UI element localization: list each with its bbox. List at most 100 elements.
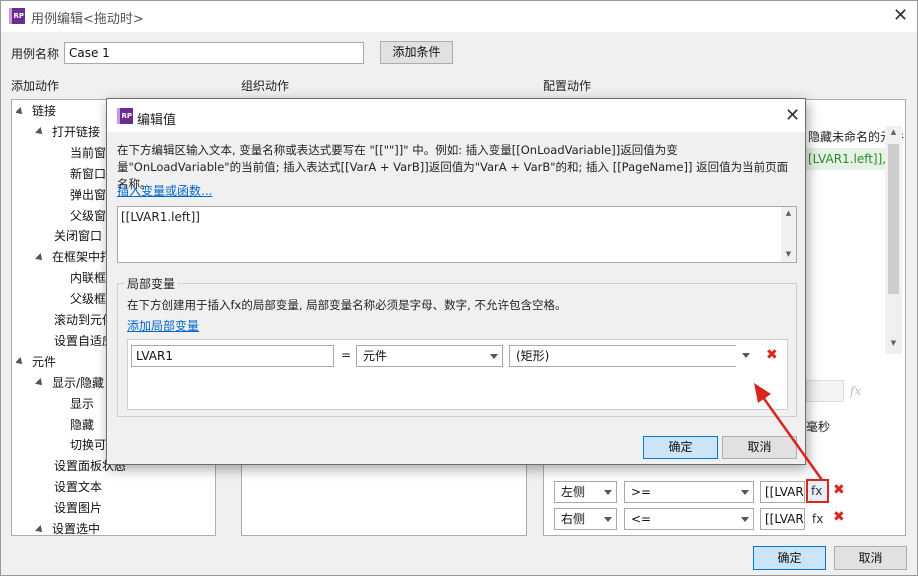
value-editor-text[interactable]: [[LVAR1.left]] [121, 210, 200, 224]
add-local-variable-link[interactable]: 添加局部变量 [127, 317, 199, 334]
organize-action-heading: 组织动作 [241, 79, 290, 93]
dialog-ok-button[interactable]: 确定 [643, 436, 718, 459]
insert-variable-link[interactable]: 插入变量或函数... [117, 182, 212, 199]
expression-preview: [LVAR1.left]], rig [806, 148, 886, 170]
tree-item[interactable]: 打开链接 [35, 122, 101, 143]
expression-preview-text: [LVAR1.left]], rig [808, 152, 886, 166]
dialog-instructions: 在下方编辑区输入文本, 变量名称或表达式要写在 "[[""]]" 中。例如: 插… [117, 143, 789, 191]
left-operator-value: >= [631, 485, 652, 499]
tree-item-label: 链接 [32, 104, 57, 118]
scroll-down-icon[interactable]: ▼ [885, 339, 902, 347]
editor-scrollbar[interactable]: ▲ ▼ [781, 207, 796, 262]
local-variable-name-input[interactable]: LVAR1 [131, 345, 334, 367]
expand-triangle-icon[interactable] [35, 252, 45, 263]
add-action-heading: 添加动作 [11, 79, 60, 93]
tree-item-label: 设置文本 [54, 480, 103, 495]
tree-item-label: 元件 [32, 354, 57, 369]
right-operator-value: <= [631, 512, 652, 526]
delete-right-icon[interactable]: ✖ [833, 509, 845, 525]
tree-item[interactable]: 隐藏 [70, 415, 94, 436]
right-value-input[interactable]: [[LVAR1. [760, 508, 805, 530]
expand-triangle-icon[interactable] [16, 106, 25, 117]
expand-triangle-icon[interactable] [16, 357, 25, 368]
tree-item[interactable]: 关闭窗口 [54, 226, 102, 247]
tree-item[interactable]: 设置选中 [35, 519, 101, 535]
fx-button-icon-2[interactable]: fx [812, 512, 823, 526]
left-operator-select[interactable]: >= [624, 481, 754, 503]
footer-ok-button[interactable]: 确定 [753, 546, 826, 570]
delete-local-variable-icon[interactable]: ✖ [766, 347, 778, 363]
chevron-down-icon[interactable] [742, 353, 750, 358]
expand-triangle-icon[interactable] [35, 378, 45, 389]
right-operator-select[interactable]: <= [624, 508, 754, 530]
fx-icon[interactable]: fx [850, 384, 861, 398]
dialog-close-icon[interactable]: ✕ [785, 107, 800, 125]
local-variable-kind-value: 元件 [363, 349, 388, 363]
left-side-select[interactable]: 左侧 [554, 481, 617, 503]
tree-item-label: 关闭窗口 [54, 229, 103, 244]
local-variable-kind-select[interactable]: 元件 [356, 345, 503, 367]
scroll-thumb[interactable] [888, 144, 899, 294]
tree-item[interactable]: 显示/隐藏 [35, 373, 105, 394]
tree-item[interactable]: 链接 [16, 101, 56, 122]
expand-triangle-icon[interactable] [35, 127, 45, 138]
tree-item[interactable]: 滚动到元件 [54, 310, 114, 331]
annotation-arrow-head [754, 383, 771, 403]
tree-item[interactable]: 内联框 [70, 268, 106, 289]
tree-item-label: 打开链接 [52, 124, 101, 139]
local-variables-title: 局部变量 [124, 275, 179, 292]
editor-scroll-up-icon[interactable]: ▲ [781, 209, 796, 217]
config-scrollbar[interactable]: ▲ ▼ [885, 126, 902, 354]
case-name-label: 用例名称 [11, 47, 60, 61]
tree-item-label: 父级框 [70, 292, 107, 307]
local-variables-description: 在下方创建用于插入fx的局部变量, 局部变量名称必须是字母、数字, 不允许包含空… [127, 298, 567, 312]
tree-item-label: 弹出窗 [70, 187, 107, 202]
tree-item[interactable]: 设置图片 [54, 498, 102, 519]
target-dropdown[interactable] [736, 345, 756, 367]
tree-item-label: 隐藏 [70, 417, 95, 432]
add-condition-button[interactable]: 添加条件 [380, 41, 453, 64]
annotation-arrow-line [758, 392, 824, 481]
tree-item-label: 滚动到元件 [54, 313, 115, 327]
tree-item[interactable]: 当前窗 [70, 143, 106, 164]
tree-item-label: 设置自适应 [54, 333, 115, 348]
app-logo-icon: RP [9, 8, 25, 24]
dialog-logo-icon: RP [117, 108, 133, 124]
tree-item-label: 切换可 [70, 438, 107, 453]
tree-item-label: 新窗口 [70, 166, 107, 181]
editor-scroll-down-icon[interactable]: ▼ [781, 250, 796, 258]
expand-triangle-icon[interactable] [35, 524, 45, 535]
tree-item[interactable]: 元件 [16, 352, 56, 373]
dialog-title: 编辑值 [137, 113, 177, 128]
local-variable-target-select[interactable]: (矩形) [509, 345, 736, 367]
local-variable-target-value: (矩形) [516, 349, 550, 363]
fx-button-icon[interactable]: fx [811, 484, 822, 498]
value-editor[interactable]: [[LVAR1.left]] ▲ ▼ [117, 206, 797, 263]
tree-item[interactable]: 设置文本 [54, 477, 102, 498]
scroll-up-icon[interactable]: ▲ [885, 128, 902, 136]
tree-item-label: 父级窗 [70, 208, 107, 223]
tree-item[interactable]: 在框架中打 [35, 247, 112, 268]
delete-left-icon[interactable]: ✖ [833, 482, 845, 498]
dialog-titlebar [107, 99, 805, 132]
right-side-select[interactable]: 右侧 [554, 508, 617, 530]
tree-item-label: 当前窗 [70, 145, 107, 160]
config-action-heading: 配置动作 [543, 79, 592, 93]
tree-item-label: 显示/隐藏 [52, 375, 105, 390]
annotation-arrow [754, 383, 824, 481]
footer-cancel-button[interactable]: 取消 [834, 546, 907, 570]
window-close-icon[interactable]: ✕ [893, 7, 908, 25]
tree-item[interactable]: 切换可 [70, 435, 106, 456]
left-side-value: 左侧 [561, 485, 586, 499]
tree-item-label: 设置选中 [52, 522, 101, 535]
tree-item[interactable]: 弹出窗 [70, 185, 106, 206]
tree-item[interactable]: 新窗口 [70, 164, 106, 185]
tree-item[interactable]: 父级窗 [70, 206, 106, 227]
tree-item[interactable]: 显示 [70, 394, 94, 415]
case-name-input[interactable]: Case 1 [64, 42, 364, 64]
local-variables-list: LVAR1 = 元件 (矩形) ✖ [127, 339, 788, 410]
tree-item-label: 设置图片 [54, 501, 103, 516]
tree-item[interactable]: 父级框 [70, 289, 106, 310]
tree-item-label: 内联框 [70, 271, 107, 286]
tree-item[interactable]: 设置自适应 [54, 331, 114, 352]
